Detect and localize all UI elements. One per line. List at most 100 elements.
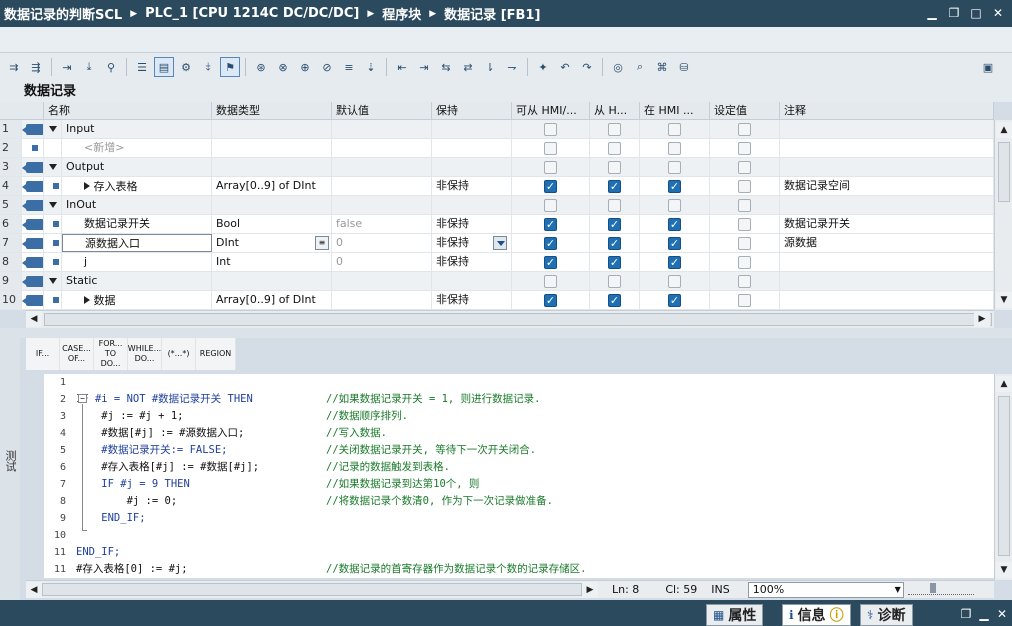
col-header-setpoint[interactable]: 设定值 bbox=[710, 102, 780, 119]
scroll-right-icon[interactable]: ▶ bbox=[582, 581, 598, 598]
panel-close-icon[interactable]: ✕ bbox=[994, 606, 1010, 622]
checkbox-hmi1[interactable] bbox=[544, 142, 557, 155]
editor-horizontal-scroll-thumb[interactable] bbox=[42, 583, 582, 596]
breadcrumb-block[interactable]: 数据记录 [FB1] bbox=[444, 4, 540, 23]
col-header-default[interactable]: 默认值 bbox=[332, 102, 432, 119]
bookmark-prev-icon[interactable]: ↶ bbox=[555, 57, 575, 77]
checkbox-hmi1[interactable] bbox=[544, 294, 557, 307]
cell-datatype[interactable] bbox=[212, 272, 332, 290]
col-header-comment[interactable]: 注释 bbox=[780, 102, 994, 119]
checkbox-hmi2[interactable] bbox=[608, 142, 621, 155]
code-line[interactable]: #j := #j + 1; //数据顺序排列. bbox=[76, 408, 986, 425]
cell-name[interactable]: <新增> bbox=[62, 139, 212, 157]
cell-name[interactable]: 存入表格 bbox=[62, 177, 212, 195]
add-row-icon[interactable]: ⇶ bbox=[26, 57, 46, 77]
cell-retain[interactable] bbox=[432, 196, 512, 214]
maximize-icon[interactable]: □ bbox=[968, 5, 984, 21]
checkbox-hmi1[interactable] bbox=[544, 180, 557, 193]
tab-info[interactable]: ℹ 信息 ⓘ bbox=[782, 604, 851, 626]
scroll-down-icon[interactable]: ▼ bbox=[996, 292, 1012, 308]
snippet-if[interactable]: IF... bbox=[26, 338, 60, 370]
checkbox-hmi3[interactable] bbox=[668, 256, 681, 269]
tab-diagnostics[interactable]: ⚕ 诊断 bbox=[860, 604, 913, 626]
cell-datatype[interactable]: DInt ≡ bbox=[212, 234, 332, 252]
minimize-icon[interactable]: ▁ bbox=[924, 5, 940, 21]
cell-retain[interactable] bbox=[432, 120, 512, 138]
code-line[interactable]: END_IF; bbox=[76, 510, 986, 527]
cell-comment[interactable] bbox=[780, 158, 994, 176]
scroll-left-icon[interactable]: ◀ bbox=[26, 311, 42, 327]
scroll-up-icon[interactable]: ▲ bbox=[996, 376, 1012, 392]
checkbox-hmi1[interactable] bbox=[544, 237, 557, 250]
zoom-select[interactable]: 100% bbox=[747, 581, 904, 598]
checkbox-hmi3[interactable] bbox=[668, 142, 681, 155]
snippet-comment[interactable]: (*...*) bbox=[162, 338, 196, 370]
col-header-retain[interactable]: 保持 bbox=[432, 102, 512, 119]
checkbox-setpoint[interactable] bbox=[738, 237, 751, 250]
list-view-icon[interactable]: ☰ bbox=[132, 57, 152, 77]
table-vertical-scrollbar[interactable]: ▲ ▼ bbox=[994, 120, 1012, 310]
cell-retain[interactable]: 非保持 bbox=[432, 234, 512, 252]
detail-view-icon[interactable]: ▤ bbox=[154, 57, 174, 77]
indent-increase-icon[interactable]: ⇥ bbox=[414, 57, 434, 77]
code-line[interactable]: END_IF; bbox=[76, 544, 986, 561]
checkbox-hmi2[interactable] bbox=[608, 275, 621, 288]
scroll-thumb[interactable] bbox=[44, 313, 992, 326]
col-header-name[interactable]: 名称 bbox=[44, 102, 212, 119]
checkbox-setpoint[interactable] bbox=[738, 218, 751, 231]
database-icon[interactable]: ⛁ bbox=[674, 57, 694, 77]
format-icon[interactable]: ⇂ bbox=[480, 57, 500, 77]
checkbox-hmi3[interactable] bbox=[668, 199, 681, 212]
code-area[interactable]: IF #i = NOT #数据记录开关 THEN //如果数据记录开关 = 1, … bbox=[76, 374, 986, 578]
checkbox-hmi1[interactable] bbox=[544, 275, 557, 288]
breakpoint-remove-icon[interactable]: ⊗ bbox=[273, 57, 293, 77]
code-line[interactable]: #数据记录开关:= FALSE; //关闭数据记录开关, 等待下一次开关闭合. bbox=[76, 442, 986, 459]
table-row[interactable]: 9 Static bbox=[0, 272, 994, 291]
table-row[interactable]: 5 InOut bbox=[0, 196, 994, 215]
snippet-for[interactable]: FOR... TO DO... bbox=[94, 338, 128, 370]
cell-datatype[interactable]: Array[0..9] of DInt bbox=[212, 291, 332, 309]
block-interface-icon[interactable]: ⚙ bbox=[176, 57, 196, 77]
panel-layout-icon[interactable]: ▣ bbox=[978, 57, 998, 77]
download-icon[interactable]: ⤓ bbox=[79, 57, 99, 77]
cell-name[interactable]: Static bbox=[62, 272, 212, 290]
cell-name[interactable]: 数据记录开关 bbox=[62, 215, 212, 233]
cell-default[interactable] bbox=[332, 196, 432, 214]
uncomment-icon[interactable]: ⇄ bbox=[458, 57, 478, 77]
cell-comment[interactable] bbox=[780, 272, 994, 290]
cell-default[interactable] bbox=[332, 139, 432, 157]
snapshot-icon[interactable]: ⤈ bbox=[198, 57, 218, 77]
checkbox-hmi3[interactable] bbox=[668, 275, 681, 288]
cell-comment[interactable] bbox=[780, 196, 994, 214]
checkbox-setpoint[interactable] bbox=[738, 256, 751, 269]
table-row[interactable]: 8 j Int 0 非保持 bbox=[0, 253, 994, 272]
checkbox-setpoint[interactable] bbox=[738, 275, 751, 288]
cell-default[interactable]: 0 bbox=[332, 253, 432, 271]
cell-datatype[interactable] bbox=[212, 120, 332, 138]
zoom-slider[interactable] bbox=[908, 583, 974, 595]
checkbox-hmi3[interactable] bbox=[668, 123, 681, 136]
checkbox-hmi2[interactable] bbox=[608, 161, 621, 174]
cell-retain[interactable]: 非保持 bbox=[432, 215, 512, 233]
cell-name[interactable]: Output bbox=[62, 158, 212, 176]
checkbox-hmi1[interactable] bbox=[544, 161, 557, 174]
cell-datatype[interactable]: Bool bbox=[212, 215, 332, 233]
checkbox-setpoint[interactable] bbox=[738, 161, 751, 174]
cell-name[interactable]: j bbox=[62, 253, 212, 271]
insert-row-icon[interactable]: ⇉ bbox=[4, 57, 24, 77]
panel-restore-icon[interactable]: ❐ bbox=[958, 606, 974, 622]
zoom-slider-thumb[interactable] bbox=[930, 583, 936, 593]
cell-comment[interactable]: 源数据 bbox=[780, 234, 994, 252]
scl-code-editor[interactable]: 12345678910111112 IF #i = NOT #数据记录开关 TH… bbox=[44, 374, 994, 578]
snippet-while[interactable]: WHILE... DO... bbox=[128, 338, 162, 370]
cell-name[interactable]: 数据 bbox=[62, 291, 212, 309]
cell-comment[interactable] bbox=[780, 120, 994, 138]
watch-icon[interactable]: ⌕ bbox=[630, 57, 650, 77]
checkbox-hmi2[interactable] bbox=[608, 218, 621, 231]
export-icon[interactable]: ⇥ bbox=[57, 57, 77, 77]
checkbox-setpoint[interactable] bbox=[738, 180, 751, 193]
table-row[interactable]: 3 Output bbox=[0, 158, 994, 177]
breadcrumb-program-blocks[interactable]: 程序块 bbox=[382, 4, 421, 23]
monitor-icon[interactable]: ◎ bbox=[608, 57, 628, 77]
scroll-thumb[interactable] bbox=[998, 396, 1010, 556]
